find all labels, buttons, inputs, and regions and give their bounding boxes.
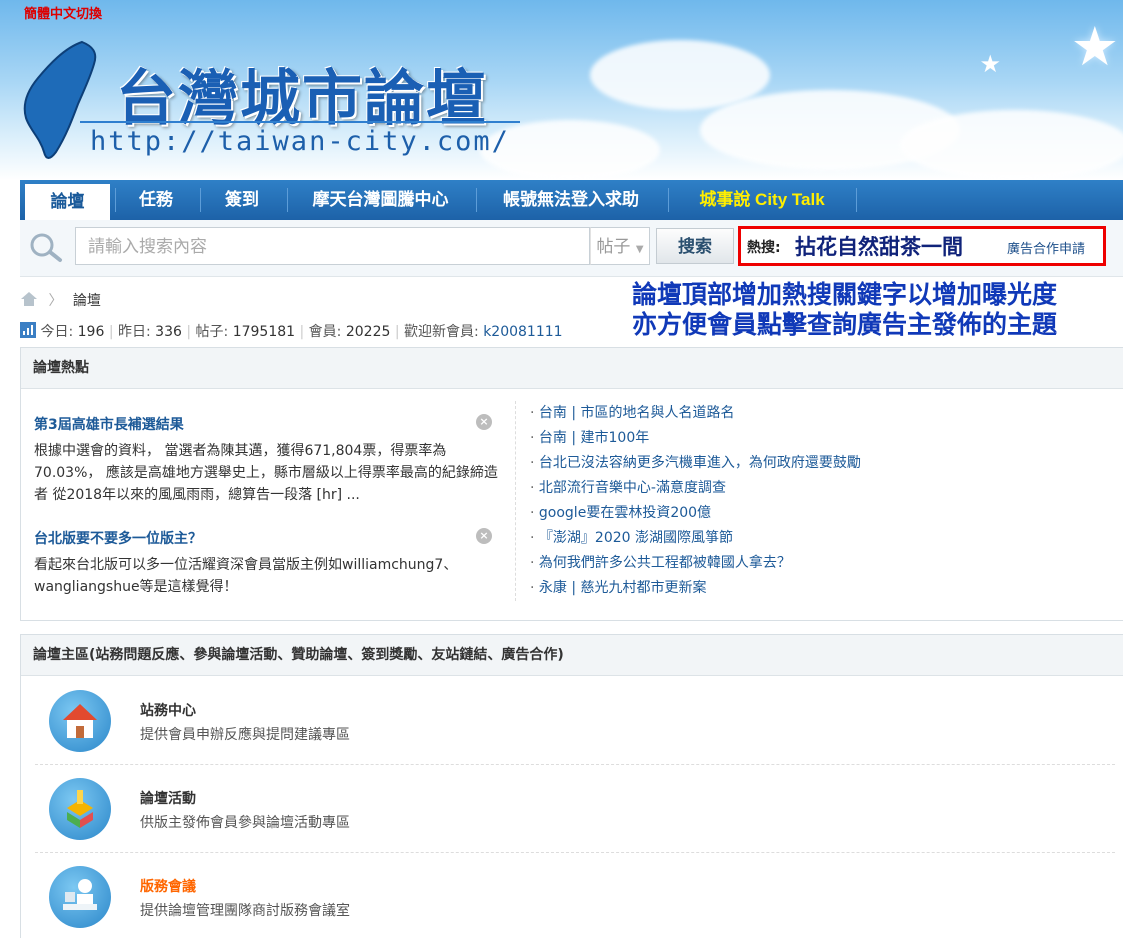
nav-tab-totem-center[interactable]: 摩天台灣圖騰中心	[288, 180, 473, 220]
panel-title: 論壇熱點	[21, 348, 1123, 389]
activity-blocks-icon[interactable]	[49, 778, 111, 840]
hot-topic-item[interactable]: · 北部流行音樂中心-滿意度調查	[530, 476, 1020, 501]
stats-members-value: 20225	[345, 324, 391, 340]
forum-row[interactable]: 論壇活動 供版主發佈會員參與論壇活動專區	[35, 764, 1115, 853]
close-icon[interactable]: ×	[476, 528, 492, 544]
hot-topic-item[interactable]: · 『澎湖』2020 澎湖國際風箏節	[530, 526, 1020, 551]
stats-members-label: 會員:	[308, 324, 342, 340]
panel-title: 論壇主區(站務問題反應、參與論壇活動、贊助論壇、簽到獎勵、友站鏈結、廣告合作)	[21, 635, 1123, 676]
stats-today-value: 196	[77, 324, 105, 340]
hot-topics-list: · 台南 | 市區的地名與人名道路名 · 台南 | 建市100年 · 台北已沒法…	[515, 401, 1020, 601]
nav-separator	[856, 188, 857, 212]
ad-apply-link[interactable]: 廣告合作申請	[1007, 238, 1085, 257]
stats-welcome-label: 歡迎新會員:	[404, 324, 479, 340]
promo-line-2: 亦方便會員點擊查詢廣告主發佈的主題	[632, 310, 1058, 339]
forum-stats: 今日: 196 | 昨日: 336 | 帖子: 1795181 | 會員: 20…	[20, 321, 563, 341]
breadcrumb-separator: 〉	[48, 293, 63, 309]
breadcrumb: 〉 論壇	[20, 290, 101, 310]
hot-topic-item[interactable]: · 永康 | 慈光九村都市更新案	[530, 576, 1020, 601]
nav-tab-tasks[interactable]: 任務	[116, 180, 196, 220]
star-decoration-icon: ★	[979, 50, 1001, 78]
hot-search-box: 熱搜: 拈花自然甜茶一間 廣告合作申請	[738, 226, 1106, 266]
thread-summary: 根據中選會的資料， 當選者為陳其邁，獲得671,804票，得票率為70.03%，…	[34, 443, 498, 503]
logo-divider	[80, 121, 520, 123]
star-decoration-icon: ★	[1070, 15, 1119, 78]
stats-yesterday-label: 昨日:	[117, 324, 151, 340]
logo-url: http://taiwan-city.com/	[90, 126, 510, 157]
stats-posts-label: 帖子:	[195, 324, 229, 340]
thread-title-link[interactable]: 第3屆高雄市長補選結果	[34, 414, 184, 434]
hot-topic-item[interactable]: · google要在雲林投資200億	[530, 501, 1020, 526]
hot-topic-item[interactable]: · 為何我們許多公共工程都被韓國人拿去？	[530, 551, 1020, 576]
thread-title-link[interactable]: 台北版要不要多一位版主？	[34, 528, 202, 548]
new-member-link[interactable]: k20081111	[483, 324, 562, 340]
stats-yesterday-value: 336	[155, 324, 182, 340]
search-input[interactable]: 請輸入搜索內容	[75, 227, 590, 265]
house-icon[interactable]	[49, 690, 111, 752]
stats-today-label: 今日:	[40, 324, 74, 340]
nav-tab-city-talk[interactable]: 城事說 City Talk	[669, 180, 855, 220]
forum-name-link[interactable]: 版務會議	[140, 876, 196, 896]
search-type-label: 帖子	[596, 237, 631, 257]
nav-tab-checkin[interactable]: 簽到	[201, 180, 283, 220]
main-nav: 論壇 任務 簽到 摩天台灣圖騰中心 帳號無法登入求助 城事說 City Talk	[20, 180, 1123, 220]
forum-description: 提供論壇管理團隊商討版務會議室	[140, 903, 350, 919]
site-logo[interactable]: 台灣城市論壇 http://taiwan-city.com/	[20, 38, 540, 168]
meeting-icon[interactable]	[49, 866, 111, 928]
nav-tab-forum[interactable]: 論壇	[25, 184, 110, 220]
hot-search-keyword[interactable]: 拈花自然甜茶一間	[795, 231, 963, 261]
forum-description: 提供會員申辦反應與提問建議專區	[140, 727, 350, 743]
home-icon[interactable]	[20, 291, 38, 307]
forum-name-link[interactable]: 站務中心	[140, 700, 196, 720]
chevron-down-icon: ▼	[635, 244, 644, 255]
thread-summary: 看起來台北版可以多一位活耀資深會員當版主例如williamchung7、wang…	[34, 557, 458, 595]
close-icon[interactable]: ×	[476, 414, 492, 430]
hot-topic-item[interactable]: · 台南 | 市區的地名與人名道路名	[530, 401, 1020, 426]
search-type-select[interactable]: 帖子 ▼	[590, 227, 650, 265]
forum-row[interactable]: 版務會議 提供論壇管理團隊商討版務會議室	[35, 852, 1115, 940]
promo-annotation: 論壇頂部增加熱搜關鍵字以增加曝光度 亦方便會員點擊查詢廣告主發佈的主題	[632, 280, 1112, 340]
search-icon	[30, 233, 62, 262]
stats-chart-icon	[20, 322, 36, 338]
hot-topic-item[interactable]: · 台北已沒法容納更多汽機車進入，為何政府還要鼓勵	[530, 451, 1020, 476]
forum-description: 供版主發佈會員參與論壇活動專區	[140, 815, 350, 831]
stats-posts-value: 1795181	[232, 324, 296, 340]
language-switch-link[interactable]: 簡體中文切換	[24, 3, 102, 22]
forum-name-link[interactable]: 論壇活動	[140, 788, 196, 808]
main-forum-panel: 論壇主區(站務問題反應、參與論壇活動、贊助論壇、簽到獎勵、友站鏈結、廣告合作) …	[20, 634, 1123, 938]
logo-title: 台灣城市論壇	[116, 64, 488, 134]
breadcrumb-current[interactable]: 論壇	[73, 293, 101, 309]
hot-search-label: 熱搜:	[747, 240, 781, 256]
promo-line-1: 論壇頂部增加熱搜關鍵字以增加曝光度	[632, 280, 1058, 309]
hot-topic-item[interactable]: · 台南 | 建市100年	[530, 426, 1020, 451]
nav-tab-login-help[interactable]: 帳號無法登入求助	[477, 180, 665, 220]
forum-row[interactable]: 站務中心 提供會員申辦反應與提問建議專區	[35, 676, 1115, 765]
search-button[interactable]: 搜索	[656, 228, 734, 264]
